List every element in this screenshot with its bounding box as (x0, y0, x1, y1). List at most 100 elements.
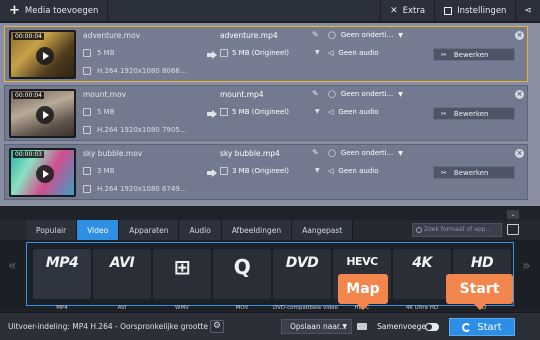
file-row[interactable]: 00:00:04 mount.mov 5 MB H.264 1920x1080 … (4, 85, 528, 141)
source-codec-info: H.264 1920x1080 8066... (97, 67, 187, 75)
tab-video[interactable]: Video (77, 220, 120, 240)
play-icon[interactable] (36, 106, 54, 124)
extra-button[interactable]: ✕ Extra (381, 0, 434, 22)
edit-button[interactable]: ✂ Bewerken (433, 107, 515, 120)
folder-icon[interactable] (357, 323, 367, 330)
edit-button[interactable]: ✂ Bewerken (433, 166, 515, 179)
edit-label: Bewerken (453, 168, 489, 177)
hevc-logo-icon: HEVC (346, 255, 378, 268)
file-icon (220, 108, 228, 116)
file-row[interactable]: 00:00:03 sky bubble.mov 3 MB H.264 1920x… (4, 144, 528, 200)
video-thumbnail[interactable]: 00:00:04 (9, 89, 76, 138)
add-media-button[interactable]: + Media toevoegen (0, 0, 107, 22)
subtitle-icon: ◯ (328, 149, 336, 157)
save-to-label: Opslaan naar... (290, 322, 347, 331)
format-wmv[interactable]: ⊞ WMV (153, 249, 211, 311)
share-button[interactable]: ⋖ (516, 0, 540, 22)
tools-icon: ✕ (390, 5, 398, 16)
settings-button[interactable]: Instellingen (435, 0, 515, 22)
close-icon[interactable]: × (515, 90, 524, 99)
output-size-dropdown[interactable]: 3 MB (Origineel) ▼ (220, 167, 320, 175)
tab-afbeeldingen[interactable]: Afbeeldingen (221, 220, 293, 240)
tab-aangepast[interactable]: Aangepast (292, 220, 354, 240)
pencil-icon[interactable]: ✎ (312, 30, 319, 39)
output-size-dropdown[interactable]: 5 MB (Origineel) ▼ (220, 108, 320, 116)
format-mp4[interactable]: MP4 MP4 (33, 249, 91, 311)
edit-icon: ✂ (441, 109, 447, 118)
edit-button[interactable]: ✂ Bewerken (433, 48, 515, 61)
duration-badge: 00:00:03 (13, 151, 44, 158)
codec-icon (83, 185, 91, 193)
format-label: DVD-compatibele video (273, 305, 338, 311)
codec-icon (83, 67, 91, 75)
tab-populair[interactable]: Populair (26, 220, 78, 240)
format-label: MOV (235, 305, 249, 311)
codec-icon (83, 126, 91, 134)
extra-label: Extra (402, 5, 426, 16)
close-icon[interactable]: × (515, 149, 524, 158)
video-thumbnail[interactable]: 00:00:03 (9, 148, 76, 197)
dvd-logo-icon: DVD (285, 255, 319, 271)
hd-logo-icon: HD (470, 255, 494, 271)
format-avi[interactable]: AVI AVI (93, 249, 151, 311)
subtitles-dropdown[interactable]: ◯ Geen onderti... ▼ (328, 90, 403, 98)
settings-label: Instellingen (457, 5, 507, 16)
output-filename[interactable]: adventure.mp4 (220, 31, 278, 40)
subtitles-label: Geen onderti... (340, 90, 394, 98)
bottom-bar: Uitvoer-indeling: MP4 H.264 - Oorspronke… (0, 312, 540, 340)
audio-dropdown[interactable]: ◁ Geen audio (328, 167, 379, 175)
tab-audio[interactable]: Audio (179, 220, 222, 240)
gear-icon[interactable]: ⚙ (210, 320, 224, 333)
source-filename: sky bubble.mov (83, 149, 143, 158)
subtitles-dropdown[interactable]: ◯ Geen onderti... ▼ (328, 149, 403, 157)
mp4-logo-icon: MP4 (45, 255, 79, 271)
output-filename[interactable]: sky bubble.mp4 (220, 149, 280, 158)
format-search-input[interactable]: Zoek formaat of app... (412, 223, 502, 237)
source-size: 5 MB (97, 108, 115, 116)
source-codec-info: H.264 1920x1080 7905... (97, 126, 187, 134)
save-to-dropdown[interactable]: Opslaan naar... ▼ (281, 319, 352, 334)
windows-logo-icon: ⊞ (173, 255, 191, 279)
add-media-label: Media toevoegen (24, 5, 99, 16)
speaker-icon: ◁ (328, 108, 334, 116)
format-mov[interactable]: Q MOV (213, 249, 271, 311)
source-size: 5 MB (97, 49, 115, 57)
chevron-left-icon[interactable]: « (8, 258, 17, 274)
source-filename: adventure.mov (83, 31, 141, 40)
speaker-icon: ◁ (328, 49, 334, 57)
start-button[interactable]: Start (449, 318, 515, 336)
output-size: 5 MB (Origineel) (232, 108, 289, 116)
edit-icon: ✂ (441, 50, 447, 59)
format-4k[interactable]: 4K 4K Ultra HD (393, 249, 451, 311)
chevron-right-icon[interactable]: » (522, 258, 531, 274)
audio-dropdown[interactable]: ◁ Geen audio (328, 108, 379, 116)
merge-label: Samenvoegen (377, 322, 431, 331)
video-thumbnail[interactable]: 00:00:04 (9, 30, 76, 79)
tab-apparaten[interactable]: Apparaten (119, 220, 180, 240)
file-icon (83, 108, 91, 116)
play-icon[interactable] (36, 47, 54, 65)
file-row[interactable]: 00:00:04 adventure.mov 5 MB H.264 1920x1… (4, 26, 528, 82)
subtitle-icon: ◯ (328, 90, 336, 98)
pencil-icon[interactable]: ✎ (312, 148, 319, 157)
audio-label: Geen audio (338, 108, 379, 116)
close-icon[interactable]: × (515, 31, 524, 40)
top-toolbar: + Media toevoegen ✕ Extra Instellingen ⋖ (0, 0, 540, 22)
output-size: 3 MB (Origineel) (232, 167, 289, 175)
output-format-label: Uitvoer-indeling: MP4 H.264 - Oorspronke… (8, 322, 208, 331)
output-size-dropdown[interactable]: 5 MB (Origineel) ▼ (220, 49, 320, 57)
merge-toggle[interactable] (425, 323, 439, 331)
subtitle-icon: ◯ (328, 31, 336, 39)
subtitles-dropdown[interactable]: ◯ Geen onderti... ▼ (328, 31, 403, 39)
device-detect-icon[interactable] (507, 224, 519, 235)
collapse-panel-button[interactable]: ⌄ (507, 210, 519, 219)
pencil-icon[interactable]: ✎ (312, 89, 319, 98)
format-dvd[interactable]: DVD DVD-compatibele video (273, 249, 338, 311)
audio-dropdown[interactable]: ◁ Geen audio (328, 49, 379, 57)
settings-icon (444, 6, 453, 15)
share-icon: ⋖ (524, 5, 532, 16)
toolbar-divider (107, 0, 109, 22)
play-icon[interactable] (36, 165, 54, 183)
file-icon (83, 167, 91, 175)
output-filename[interactable]: mount.mp4 (220, 90, 264, 99)
